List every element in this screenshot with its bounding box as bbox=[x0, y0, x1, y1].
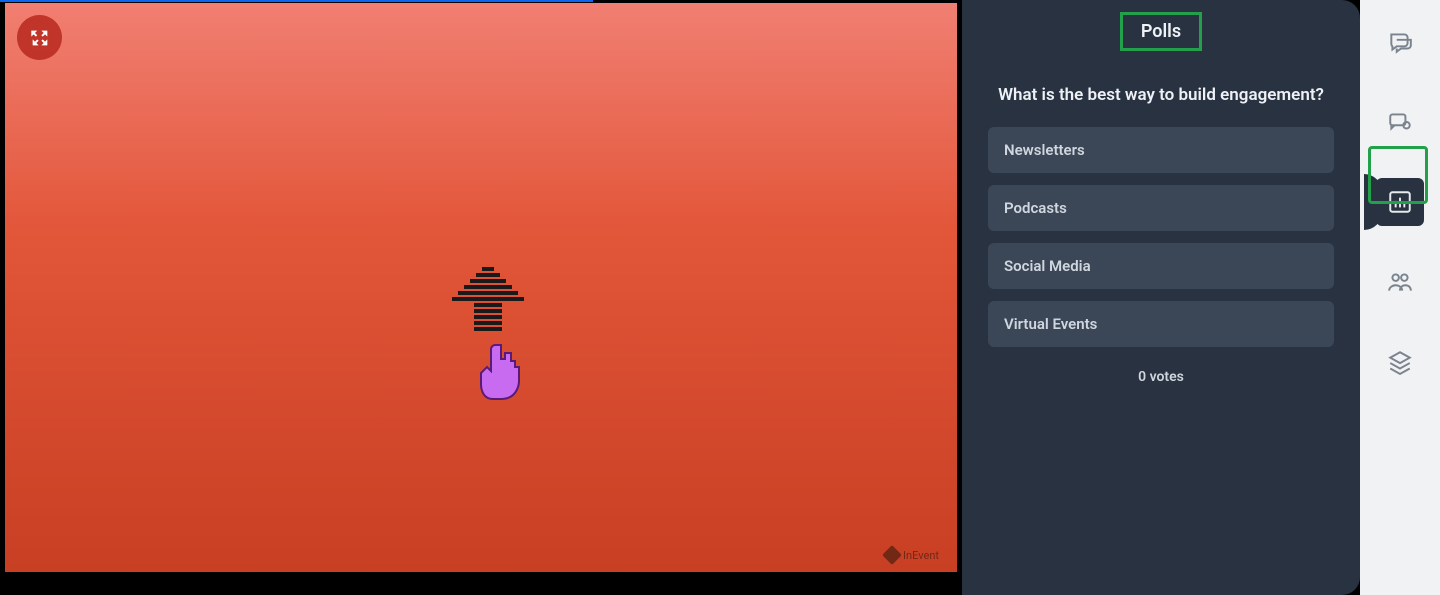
fullscreen-button[interactable] bbox=[17, 15, 62, 60]
video-frame[interactable]: InEvent bbox=[5, 3, 957, 572]
chat-icon bbox=[1387, 29, 1413, 55]
loading-progress-bar bbox=[0, 0, 593, 2]
panel-title-label: Polls bbox=[1141, 21, 1181, 42]
panel-title: Polls bbox=[1120, 12, 1202, 51]
poll-question: What is the best way to build engagement… bbox=[984, 85, 1338, 105]
panel-header: Polls bbox=[976, 0, 1346, 57]
watermark: InEvent bbox=[885, 548, 939, 562]
poll-options: Newsletters Podcasts Social Media Virtua… bbox=[976, 127, 1346, 347]
poll-option-virtual-events[interactable]: Virtual Events bbox=[988, 301, 1334, 347]
polls-panel: Polls What is the best way to build enga… bbox=[962, 0, 1360, 595]
poll-option-social-media[interactable]: Social Media bbox=[988, 243, 1334, 289]
attendees-icon bbox=[1387, 269, 1413, 295]
hand-cursor-icon bbox=[475, 343, 523, 405]
poll-option-podcasts[interactable]: Podcasts bbox=[988, 185, 1334, 231]
rail-tab-layers[interactable] bbox=[1376, 338, 1424, 386]
rail-tab-attendees[interactable] bbox=[1376, 258, 1424, 306]
poll-option-newsletters[interactable]: Newsletters bbox=[988, 127, 1334, 173]
watermark-icon bbox=[882, 545, 902, 565]
up-arrow-icon bbox=[448, 259, 528, 339]
qna-icon bbox=[1387, 109, 1413, 135]
watermark-label: InEvent bbox=[903, 549, 939, 562]
video-stage: InEvent bbox=[0, 0, 962, 595]
rail-tab-polls[interactable] bbox=[1376, 178, 1424, 226]
rail-tab-qna[interactable] bbox=[1376, 98, 1424, 146]
poll-votes-count: 0 votes bbox=[976, 369, 1346, 385]
poll-option-label: Podcasts bbox=[1004, 199, 1067, 217]
poll-option-label: Social Media bbox=[1004, 257, 1091, 275]
fullscreen-icon bbox=[29, 27, 51, 49]
polls-icon bbox=[1387, 189, 1413, 215]
poll-option-label: Newsletters bbox=[1004, 141, 1085, 159]
layers-icon bbox=[1387, 349, 1413, 375]
side-rail bbox=[1360, 0, 1440, 595]
rail-tab-chat[interactable] bbox=[1376, 18, 1424, 66]
poll-option-label: Virtual Events bbox=[1004, 315, 1097, 333]
